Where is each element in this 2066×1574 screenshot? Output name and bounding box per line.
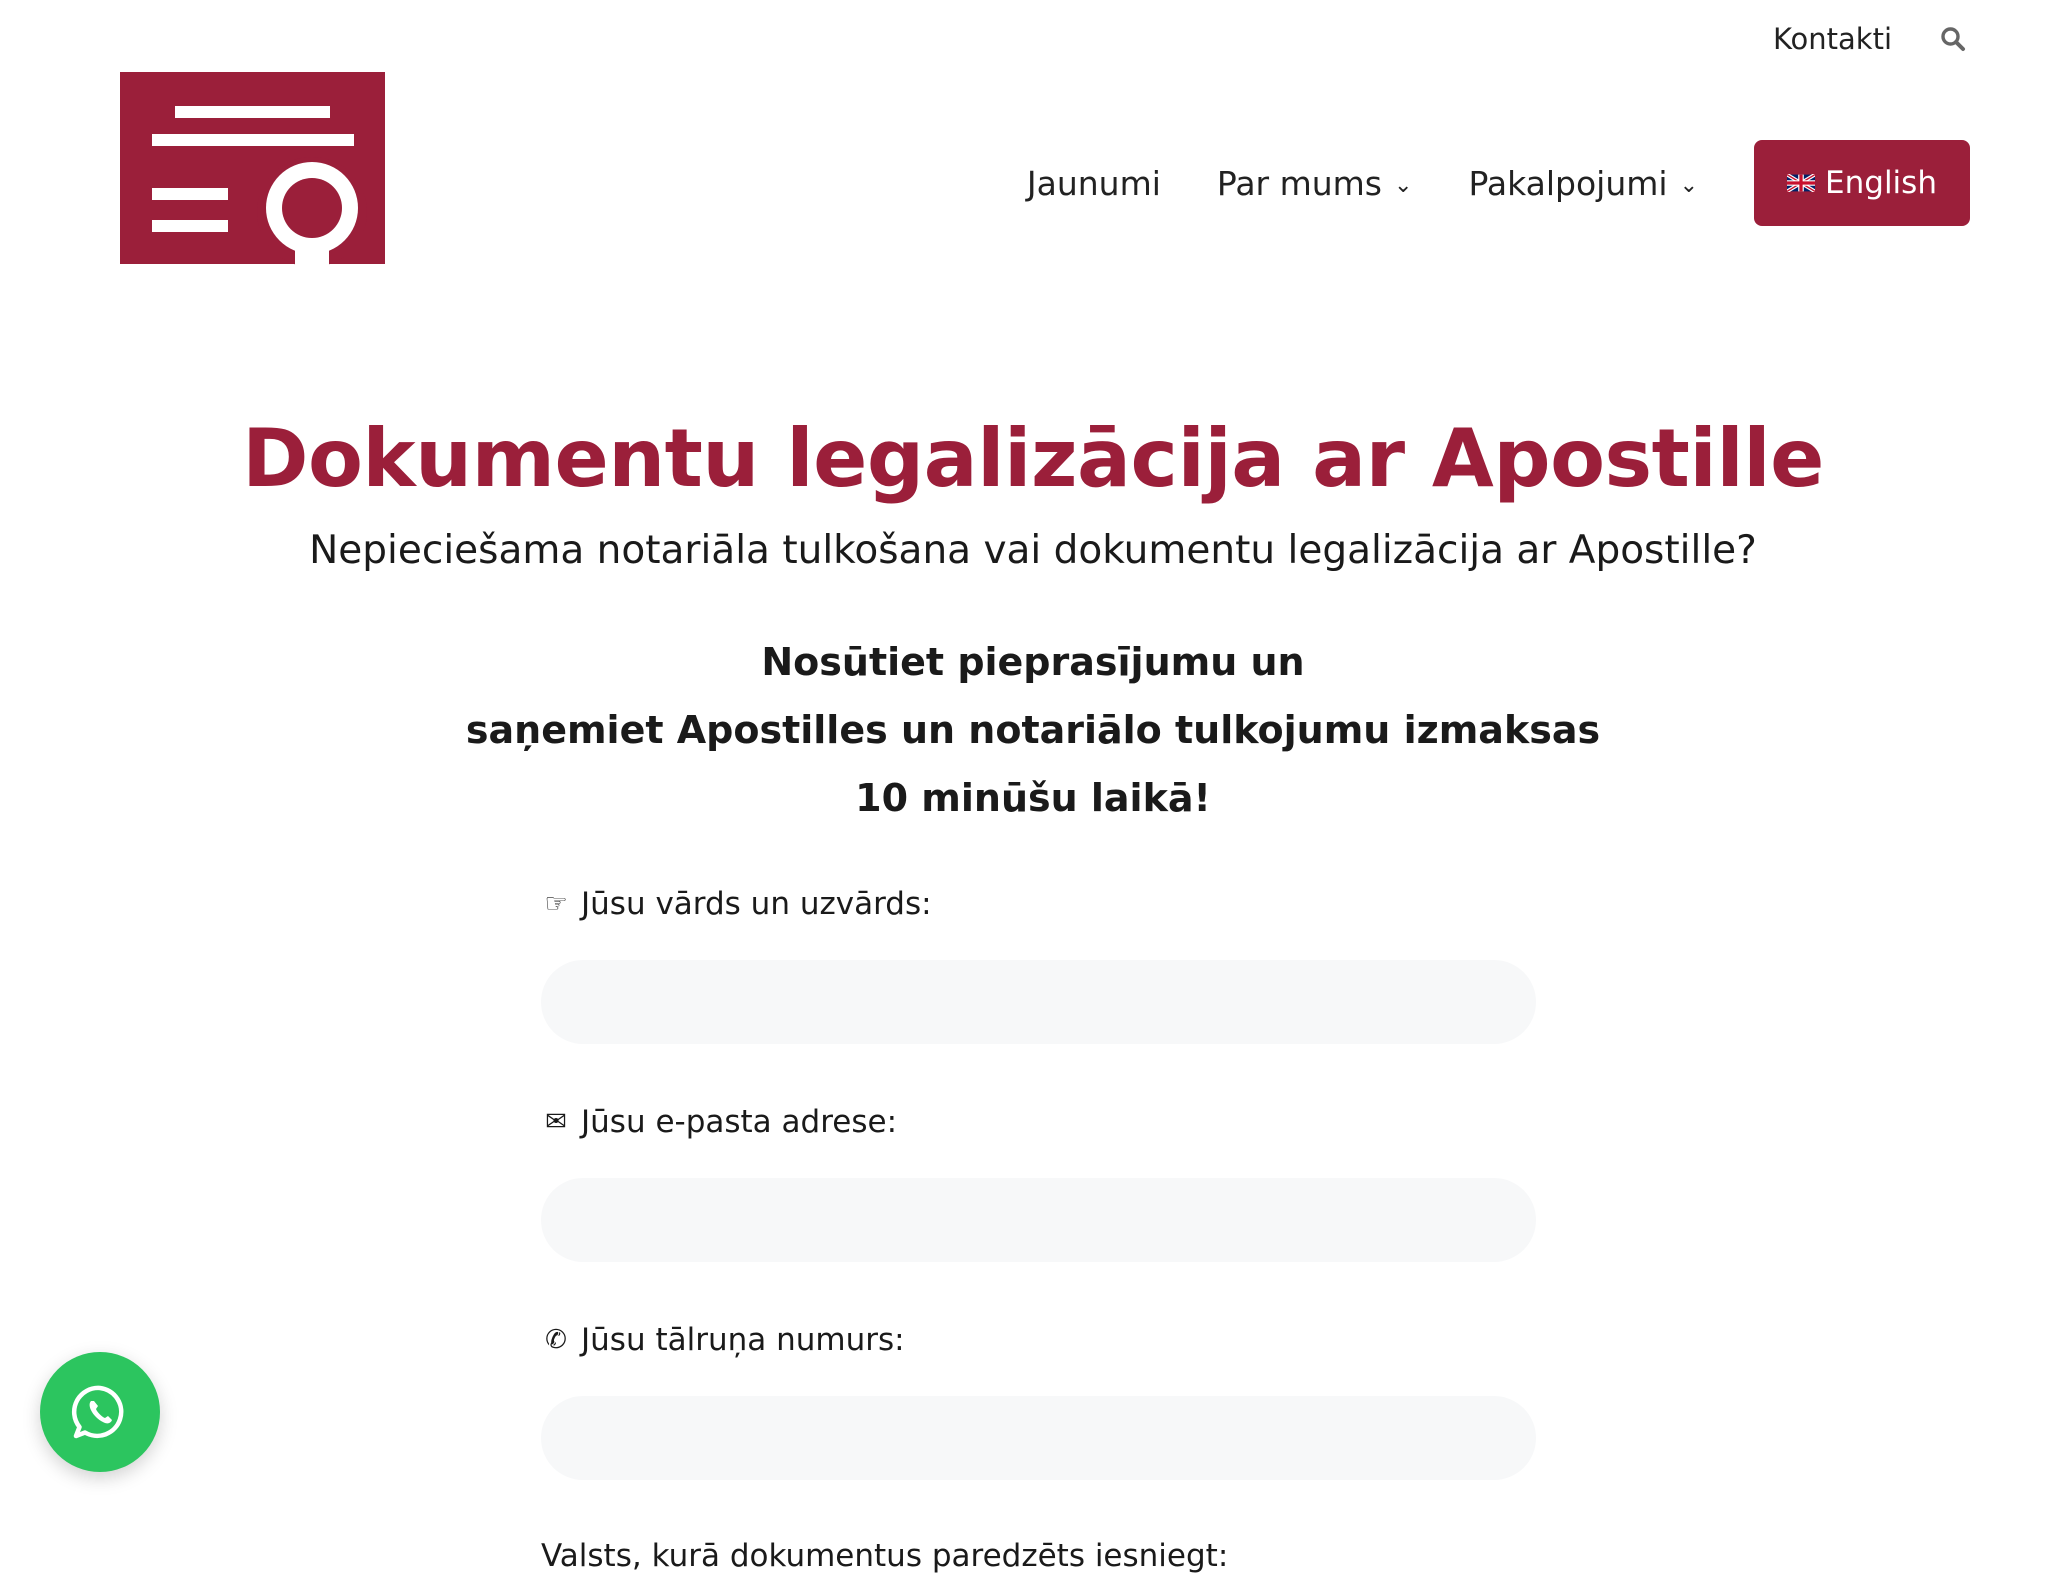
phone-input[interactable] [541, 1396, 1536, 1480]
nav-item-jaunumi[interactable]: Jaunumi [1027, 164, 1161, 203]
nav-item-label: Jaunumi [1026, 163, 1161, 203]
contacts-link[interactable]: Kontakti [1773, 22, 1892, 56]
top-bar: Kontakti [1773, 22, 1970, 56]
label-text: Jūsu tālruņa numurs: [581, 1322, 905, 1358]
whatsapp-icon [71, 1385, 124, 1439]
label-text: Jūsu e-pasta adrese: [581, 1104, 898, 1140]
cta-line: 10 minūšu laikā! [855, 776, 1211, 820]
chevron-down-icon: ⌄ [1394, 172, 1413, 198]
phone-field-label: ✆ Jūsu tālruņa numurs: [541, 1320, 1536, 1360]
label-text: Jūsu vārds un uzvārds: [581, 886, 932, 922]
page-subtitle: Nepieciešama notariāla tulkošana vai dok… [309, 528, 1757, 573]
quote-request-form: ☞ Jūsu vārds un uzvārds: ✉ Jūsu e-pasta … [541, 884, 1536, 1574]
name-field-label: ☞ Jūsu vārds un uzvārds: [541, 884, 1536, 924]
cta-text: Nosūtiet pieprasījumu un saņemiet Aposti… [0, 628, 2066, 832]
country-field-label: Valsts, kurā dokumentus paredzēts iesnie… [541, 1538, 1229, 1574]
chevron-down-icon: ⌄ [1679, 172, 1698, 198]
email-input[interactable] [541, 1178, 1536, 1262]
nav-item-label: Pakalpojumi [1468, 163, 1668, 203]
main-nav: Jaunumi Par mums ⌄ Pakalpojumi ⌄ English [1027, 140, 1970, 226]
whatsapp-button[interactable] [40, 1352, 160, 1472]
search-icon[interactable] [1936, 22, 1970, 56]
nav-item-pakalpojumi[interactable]: Pakalpojumi ⌄ [1468, 164, 1698, 203]
pointing-hand-icon: ☞ [544, 889, 568, 919]
language-button-label: English [1825, 165, 1937, 201]
language-button[interactable]: English [1754, 140, 1970, 226]
nav-item-label: Par mums [1216, 163, 1383, 203]
page-title: Dokumentu legalizācija ar Apostille [242, 412, 1824, 505]
phone-icon: ✆ [545, 1325, 567, 1355]
uk-flag-icon [1787, 174, 1816, 192]
name-input[interactable] [541, 960, 1536, 1044]
envelope-icon: ✉ [545, 1107, 567, 1137]
site-logo[interactable] [120, 72, 390, 302]
cta-line: Nosūtiet pieprasījumu un [761, 640, 1305, 684]
cta-line: saņemiet Apostilles un notariālo tulkoju… [465, 708, 1601, 752]
nav-item-par-mums[interactable]: Par mums ⌄ [1217, 164, 1413, 203]
email-field-label: ✉ Jūsu e-pasta adrese: [541, 1102, 1536, 1142]
certificate-icon [120, 72, 385, 300]
